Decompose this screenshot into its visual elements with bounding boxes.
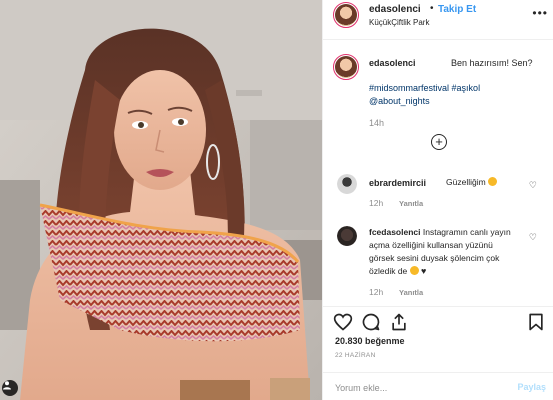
post-date: 22 HAZİRAN: [335, 352, 376, 359]
post-header: edasolenci • Takip Et KüçükÇiftlik Park …: [323, 0, 553, 40]
follow-button[interactable]: Takip Et: [438, 4, 476, 15]
user-tag-button[interactable]: [2, 380, 18, 396]
plus-circle-icon[interactable]: +: [431, 134, 447, 150]
comment-text: fcedasolenci Instagramın canlı yayın açm…: [369, 226, 519, 278]
like-count[interactable]: 20.830 beğenme: [335, 336, 405, 346]
reply-button[interactable]: Yanıtla: [399, 199, 423, 208]
user-icon: [3, 381, 11, 390]
comment-time: 12h: [369, 198, 384, 208]
post-image: [0, 0, 322, 400]
comment-icon[interactable]: [361, 312, 381, 332]
caption-username[interactable]: edasolenci: [369, 58, 416, 68]
header-avatar[interactable]: [333, 2, 359, 28]
share-icon[interactable]: [389, 312, 409, 332]
hashtag-link[interactable]: #midsommarfestival: [369, 83, 449, 93]
heart-icon[interactable]: [333, 312, 353, 332]
separator-dot: •: [430, 3, 434, 14]
caption-text: Ben hazırısım! Sen?: [451, 58, 533, 68]
comment-time: 12h: [369, 287, 384, 297]
add-comment-bar: Paylaş: [323, 372, 553, 400]
bookmark-icon[interactable]: [526, 312, 546, 332]
instagram-post: edasolenci • Takip Et KüçükÇiftlik Park …: [0, 0, 553, 400]
post-comment-button[interactable]: Paylaş: [517, 382, 546, 392]
location-link[interactable]: KüçükÇiftlik Park: [369, 18, 429, 27]
caption-time: 14h: [369, 118, 385, 128]
post-side-panel: edasolenci • Takip Et KüçükÇiftlik Park …: [322, 0, 553, 400]
comment-input[interactable]: [335, 381, 495, 395]
post-photo[interactable]: [0, 0, 322, 400]
comment-text: Güzelliğim: [446, 176, 526, 189]
emoji-heart-eyes-icon: [488, 177, 498, 186]
comment-avatar[interactable]: [337, 174, 357, 194]
comment-avatar[interactable]: [337, 226, 357, 246]
more-horizontal-icon[interactable]: •••: [532, 6, 548, 20]
hashtag-link[interactable]: #aşıkol: [452, 83, 481, 93]
reply-button[interactable]: Yanıtla: [399, 288, 423, 297]
comment-like-heart-icon[interactable]: ♡: [529, 180, 537, 191]
header-username[interactable]: edasolenci: [369, 4, 421, 15]
mention-link[interactable]: @about_nights: [369, 95, 539, 108]
caption-avatar[interactable]: [333, 54, 359, 80]
emoji-grin-icon: [409, 266, 419, 275]
comment-username[interactable]: fcedasolenci: [369, 227, 421, 237]
caption-tags: #midsommarfestival #aşıkol @about_nights: [369, 82, 539, 108]
comment-like-heart-icon[interactable]: ♡: [529, 232, 537, 243]
action-bar: [323, 306, 553, 332]
black-heart-icon: ♥: [421, 266, 427, 276]
comment-text-content: Güzelliğim: [446, 177, 486, 187]
comment-username[interactable]: ebrardemircii: [369, 178, 426, 188]
